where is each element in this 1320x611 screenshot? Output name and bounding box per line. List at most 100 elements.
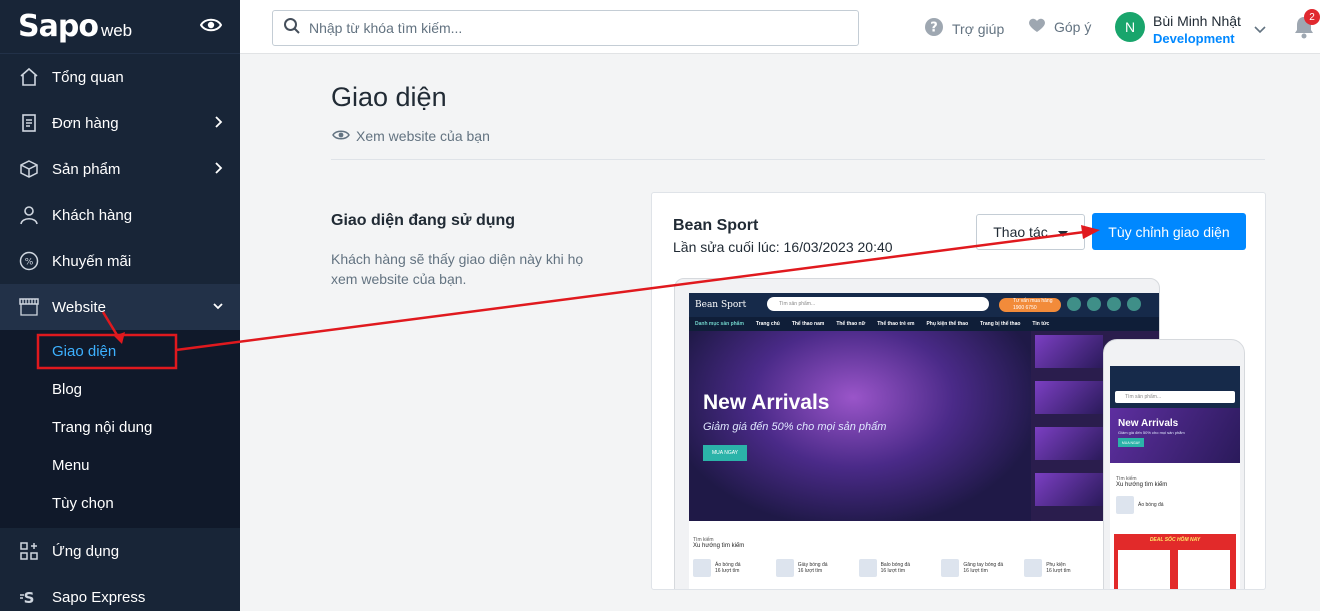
logo-bar: Sapo web (0, 0, 240, 54)
phone-banner-title: New Arrivals (1118, 418, 1179, 429)
svg-text:S: S (24, 589, 35, 607)
deal-image (1118, 550, 1170, 589)
submenu-themes[interactable]: Giao diện (0, 332, 240, 370)
phone-deal-section: DEAL SỐC HÔM NAY (1114, 534, 1236, 589)
sapo-logo[interactable]: Sapo (18, 9, 99, 44)
preview-product: Giày bóng đá 16 lượt tìm (775, 559, 845, 577)
phone-banner-subtitle: Giảm giá đến 50% cho mọi sản phẩm (1118, 430, 1185, 435)
customize-theme-button[interactable]: Tùy chỉnh giao diện (1092, 213, 1246, 250)
product-image (1024, 559, 1043, 577)
preview-banner: New Arrivals Giảm giá đến 50% cho mọi sả… (689, 331, 1031, 521)
preview-product: Áo bóng đá 16 lượt tìm (693, 559, 762, 577)
preview-search: Tìm sản phẩm... (767, 297, 989, 311)
actions-dropdown[interactable]: Thao tác (976, 214, 1085, 250)
preview-screen: Bean Sport Tìm sản phẩm... Tư vấn mua hà… (689, 293, 1159, 589)
preview-product: Phụ kiện 16 lượt tìm (1024, 559, 1093, 577)
sidebar-item-promotions[interactable]: % Khuyến mãi (0, 238, 240, 284)
user-name[interactable]: Bùi Minh Nhật (1153, 13, 1241, 29)
user-role: Development (1153, 31, 1235, 46)
preview-nav: Danh mục sản phẩm Trang chủ Thể thao nam… (689, 317, 1159, 331)
preview-thumb (1035, 335, 1103, 368)
product-name: Áo bóng đá (1138, 502, 1164, 508)
deal-image (1178, 550, 1230, 589)
product-sub: 16 lượt tìm (963, 568, 988, 574)
preview-nav-item: Phụ kiện thể thao (926, 321, 969, 327)
help-label: Trợ giúp (952, 20, 1005, 37)
submenu-blog[interactable]: Blog (0, 370, 240, 408)
submenu-menu[interactable]: Menu (0, 446, 240, 484)
box-icon (18, 158, 40, 180)
sidebar-item-orders[interactable]: Đơn hàng (0, 100, 240, 146)
preview-trend-label: Xu hướng tìm kiếm (693, 543, 745, 549)
sidebar-item-customers[interactable]: Khách hàng (0, 192, 240, 238)
phone-banner: New Arrivals Giảm giá đến 50% cho mọi sả… (1110, 408, 1240, 463)
avatar[interactable]: N (1115, 12, 1145, 42)
sidebar-item-overview[interactable]: Tổng quan (0, 54, 240, 100)
feedback-label: Góp ý (1054, 18, 1092, 35)
preview-banner-button: MUA NGAY (703, 445, 747, 461)
sidebar-item-label: Khuyến mãi (52, 252, 132, 270)
preview-thumb (1035, 381, 1103, 414)
sidebar-item-apps[interactable]: Ứng dụng (0, 528, 240, 574)
chevron-down-icon[interactable] (1254, 21, 1266, 39)
product-sub: 16 lượt tìm (880, 568, 906, 574)
preview-nav-item: Trang chủ (755, 321, 780, 327)
sidebar-item-label: Sapo Express (52, 588, 146, 606)
top-header: ? Trợ giúp Góp ý N Bùi Minh Nhật Develop… (240, 0, 1320, 54)
section-description: Khách hàng sẽ thấy giao diện này khi họ … (331, 251, 584, 287)
view-site-link[interactable]: Xem website của bạn (332, 128, 490, 144)
help-link[interactable]: ? Trợ giúp (924, 17, 1004, 40)
product-sub: 16 lượt tìm (715, 568, 740, 574)
phone-deal-label: DEAL SỐC HÔM NAY (1149, 537, 1201, 543)
home-icon (18, 66, 40, 88)
sidebar-item-products[interactable]: Sản phẩm (0, 146, 240, 192)
chevron-right-icon (214, 115, 224, 133)
view-site-label: Xem website của bạn (356, 128, 490, 144)
theme-name: Bean Sport (673, 217, 759, 234)
preview-nav-item: Tin tức (1032, 321, 1050, 327)
sidebar: Sapo web Tổng quan Đơn hàng Sản phẩm Khá… (0, 0, 240, 611)
preview-nav-item: Danh mục sản phẩm (695, 321, 744, 327)
express-icon: S (18, 586, 40, 608)
heart-icon (1028, 17, 1046, 36)
preview-banner-title: New Arrivals (703, 391, 830, 414)
phone-search-input: Tìm sản phẩm... (1115, 391, 1235, 403)
submenu-pages[interactable]: Trang nội dung (0, 408, 240, 446)
sidebar-item-website[interactable]: Website (0, 284, 240, 330)
phone-trend-label: Xu hướng tìm kiếm (1116, 482, 1168, 488)
actions-label: Thao tác (993, 224, 1048, 240)
phone-trending: Tìm kiếm Xu hướng tìm kiếm Áo bóng đá (1116, 476, 1234, 514)
current-theme-card: Bean Sport Lần sửa cuối lúc: 16/03/2023 … (651, 192, 1266, 590)
sidebar-item-label: Đơn hàng (52, 114, 119, 132)
page-title: Giao diện (331, 82, 447, 112)
preview-banner-subtitle: Giảm giá đến 50% cho mọi sản phẩm (703, 421, 887, 433)
sidebar-item-label: Sản phẩm (52, 160, 121, 178)
chevron-down-icon (212, 299, 224, 316)
preview-topbar: Bean Sport Tìm sản phẩm... Tư vấn mua hà… (689, 293, 1159, 317)
preview-hotline: Tư vấn mua hàng 1900 6750 (999, 298, 1061, 312)
eye-icon (332, 128, 350, 144)
product-image (775, 559, 794, 577)
preview-brand: Bean Sport (695, 300, 747, 310)
product-sub: 16 lượt tìm (1046, 568, 1071, 574)
preview-thumb (1035, 427, 1103, 460)
preview-product: Găng tay bóng đá 16 lượt tìm (941, 559, 1010, 577)
theme-last-edited: Lần sửa cuối lúc: 16/03/2023 20:40 (673, 239, 893, 255)
apps-icon (18, 540, 40, 562)
search-box[interactable] (272, 10, 859, 46)
product-image (941, 559, 960, 577)
feedback-link[interactable]: Góp ý (1028, 17, 1091, 36)
svg-text:%: % (25, 258, 34, 268)
search-input[interactable] (309, 20, 829, 36)
sidebar-item-label: Khách hàng (52, 206, 133, 224)
sidebar-item-sapo-express[interactable]: S Sapo Express (0, 574, 240, 611)
order-icon (18, 112, 40, 134)
product-image (693, 559, 711, 577)
sidebar-item-label: Tổng quan (52, 68, 124, 86)
logo-suffix: web (100, 20, 133, 40)
product-image (858, 559, 877, 577)
phone-search: Tìm sản phẩm... (1110, 388, 1240, 408)
preview-icon (1067, 297, 1081, 311)
eye-icon[interactable] (199, 17, 223, 38)
submenu-options[interactable]: Tùy chọn (0, 484, 240, 522)
